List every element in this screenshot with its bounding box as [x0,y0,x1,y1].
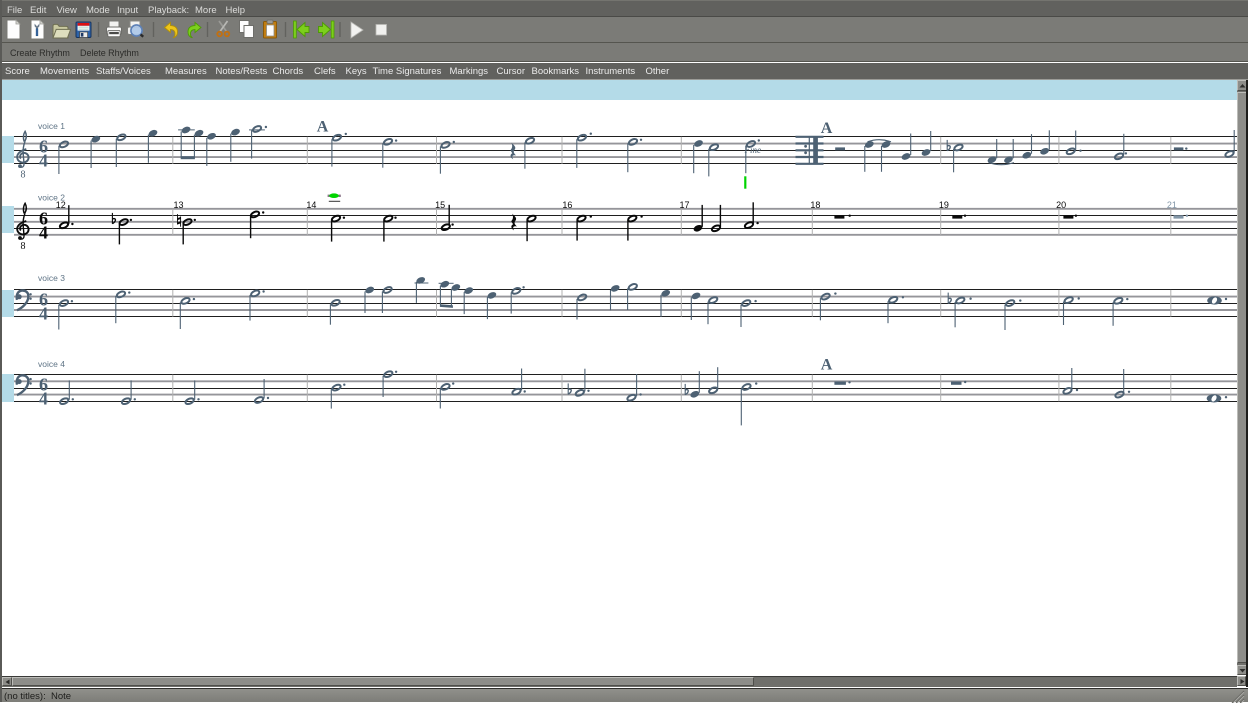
svg-text:8: 8 [21,169,26,180]
svg-text:21: 21 [1167,200,1177,210]
svg-text:20: 20 [1056,200,1066,210]
svg-text:voice 2: voice 2 [38,192,65,202]
svg-text:8: 8 [21,241,26,252]
svg-text:A: A [317,119,329,136]
svg-text:18: 18 [810,200,820,210]
svg-text:4: 4 [39,151,48,171]
svg-text:4: 4 [39,304,48,324]
svg-text:4: 4 [39,389,48,409]
svg-text:15: 15 [435,200,445,210]
svg-text:4: 4 [39,223,48,243]
svg-text:17: 17 [680,200,690,210]
svg-text:voice 1: voice 1 [38,121,65,131]
svg-text:19: 19 [939,200,949,210]
svg-text:voice 4: voice 4 [38,359,65,369]
svg-text:voice 3: voice 3 [38,273,65,283]
svg-text:A: A [821,357,833,374]
svg-text:Fine: Fine [744,145,762,155]
svg-text:14: 14 [306,200,316,210]
svg-text:13: 13 [174,200,184,210]
svg-text:A: A [821,120,833,137]
svg-text:16: 16 [562,200,572,210]
